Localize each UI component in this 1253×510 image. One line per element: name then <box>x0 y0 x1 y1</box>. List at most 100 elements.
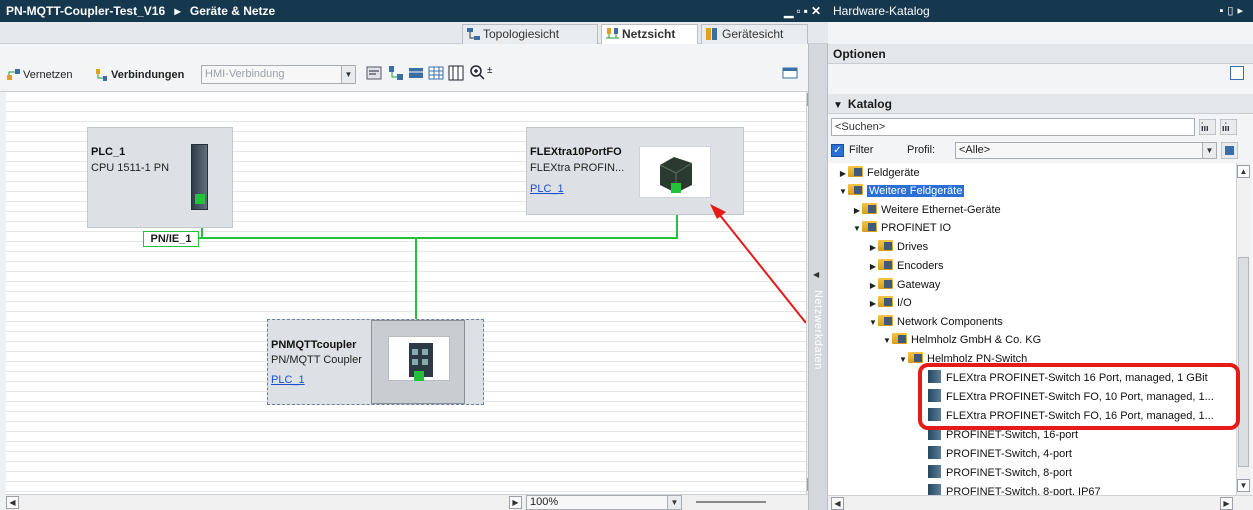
tree-item-gateway[interactable]: ▶ Gateway <box>868 276 940 294</box>
horizontal-scrollbar[interactable]: ◀ ▶ 100% ▼ <box>6 494 826 510</box>
device-icon <box>928 484 941 495</box>
search-up-icon[interactable]: ıı̇ı <box>1220 119 1237 135</box>
scroll-left-icon[interactable]: ◀ <box>831 497 844 510</box>
catalog-title-bar: Hardware-Katalog ▪▯▸ <box>828 0 1253 22</box>
profile-settings-icon[interactable] <box>1221 142 1238 159</box>
catalog-horizontal-scrollbar[interactable]: ◀ ▶ <box>828 495 1253 510</box>
tree-item-label: PROFINET-Switch, 8-port, IP67 <box>946 486 1101 495</box>
show-names-icon[interactable] <box>366 65 382 81</box>
expand-icon[interactable]: ▶ <box>868 295 878 313</box>
columns-icon[interactable] <box>448 65 464 81</box>
scroll-thumb[interactable] <box>1238 257 1249 467</box>
options-header[interactable]: Optionen <box>828 44 1253 64</box>
topology-icon <box>467 28 480 40</box>
tree-item-label: PROFINET-Switch, 8-port <box>946 467 1072 479</box>
catalog-vertical-scrollbar[interactable]: ▲ ▼ <box>1236 163 1250 495</box>
katalog-header[interactable]: ▼ Katalog <box>828 94 1253 114</box>
tree-item-network-components[interactable]: ▼ Network Components <box>868 313 1003 331</box>
profile-select[interactable]: <Alle> ▼ <box>955 142 1217 159</box>
tree-item-device[interactable]: PROFINET-Switch, 8-port <box>928 464 1072 482</box>
verbindungen-button[interactable]: Verbindungen <box>94 66 184 84</box>
table-icon[interactable] <box>408 65 424 81</box>
scroll-down-icon[interactable]: ▼ <box>1237 479 1250 492</box>
project-title: PN-MQTT-Coupler-Test_V16 <box>6 4 166 18</box>
folder-icon <box>878 296 893 307</box>
annotation-arrow <box>710 204 806 324</box>
close-icon[interactable]: ✕ <box>811 4 824 18</box>
zoom-dropdown-icon[interactable]: ± <box>487 65 493 76</box>
netzwerkdaten-tab[interactable]: Netzwerkdaten ◀ <box>808 44 828 510</box>
window-layout-icon[interactable] <box>782 65 798 81</box>
collapse-left-icon[interactable]: ◀ <box>813 270 819 279</box>
chevron-down-icon[interactable]: ▼ <box>1202 143 1216 158</box>
folder-icon <box>892 333 907 344</box>
catalog-search-input[interactable]: <Suchen> <box>831 118 1195 136</box>
zoom-select[interactable]: 100% ▼ <box>526 495 682 510</box>
tree-item-feldgeraete[interactable]: ▶ Feldgeräte <box>838 164 920 182</box>
tab-topologiesicht-label: Topologiesicht <box>483 27 560 41</box>
view-tabs: Topologiesicht Netzsicht Gerätesicht <box>0 22 828 44</box>
tree-item-profinet-io[interactable]: ▼ PROFINET IO <box>852 219 951 237</box>
expand-icon[interactable]: ▶ <box>868 239 878 257</box>
pane-controls[interactable]: ▪▯▸ <box>1220 0 1247 22</box>
tree-item-label: Drives <box>897 241 929 253</box>
network-overview-icon[interactable] <box>388 65 404 81</box>
filter-label: Filter <box>849 144 874 156</box>
expand-icon[interactable]: ▶ <box>838 165 848 183</box>
zoom-in-icon[interactable] <box>470 65 486 81</box>
tree-item-label: PROFINET-Switch, 4-port <box>946 448 1072 460</box>
breadcrumb-item[interactable]: Geräte & Netze <box>190 4 275 18</box>
network-canvas[interactable]: PLC_1 CPU 1511-1 PN FLEXtra10PortFO FLEX… <box>6 92 806 494</box>
connection-type-select[interactable]: HMI-Verbindung ▼ <box>201 65 356 84</box>
tree-item-label: PROFINET IO <box>881 222 952 234</box>
vernetzen-button[interactable]: Vernetzen <box>6 66 73 84</box>
tree-item-label: Encoders <box>897 260 944 272</box>
folder-icon <box>848 184 863 195</box>
tree-item-weitere-ethernet-geraete[interactable]: ▶ Weitere Ethernet-Geräte <box>852 201 1001 219</box>
folder-icon <box>908 352 923 363</box>
collapse-icon[interactable]: ▼ <box>882 332 892 350</box>
options-expand-icon[interactable] <box>1230 66 1244 80</box>
tree-item-io[interactable]: ▶ I/O <box>868 294 912 312</box>
collapse-icon[interactable]: ▼ <box>898 351 908 369</box>
window-controls: ▁▫▪✕ <box>784 0 824 22</box>
maximize-icon[interactable]: ▪ <box>804 4 811 18</box>
catalog-tree[interactable]: ▶ Feldgeräte ▼ Weitere Feldgeräte ▶ Weitere… <box>828 163 1236 495</box>
chevron-down-icon[interactable]: ▼ <box>667 496 681 509</box>
highlight-annotation <box>918 363 1240 430</box>
expand-icon[interactable]: ▶ <box>868 258 878 276</box>
minimize-icon[interactable]: ▁ <box>784 4 796 18</box>
grid-icon[interactable] <box>428 65 444 81</box>
tree-item-device[interactable]: PROFINET-Switch, 8-port, IP67 <box>928 483 1101 495</box>
device-view-icon <box>706 28 717 40</box>
scroll-left-icon[interactable]: ◀ <box>6 496 19 509</box>
scroll-right-icon[interactable]: ▶ <box>509 496 522 509</box>
tab-netzsicht[interactable]: Netzsicht <box>601 24 698 44</box>
filter-checkbox[interactable]: ✓ <box>831 144 844 157</box>
float-icon[interactable]: ▫ <box>796 4 803 18</box>
tab-topologiesicht[interactable]: Topologiesicht <box>462 24 598 44</box>
tree-item-drives[interactable]: ▶ Drives <box>868 238 928 256</box>
tree-item-helmholz[interactable]: ▼ Helmholz GmbH & Co. KG <box>882 331 1041 349</box>
katalog-label: Katalog <box>847 97 892 111</box>
scroll-right-icon[interactable]: ▶ <box>1220 497 1233 510</box>
scroll-up-icon[interactable]: ▲ <box>1237 165 1250 178</box>
tree-item-label: Weitere Feldgeräte <box>867 185 965 197</box>
collapse-icon[interactable]: ▼ <box>852 220 862 238</box>
tab-geraetesicht[interactable]: Gerätesicht <box>701 24 808 44</box>
tree-item-encoders[interactable]: ▶ Encoders <box>868 257 943 275</box>
collapse-icon[interactable]: ▼ <box>868 314 878 332</box>
zoom-slider[interactable] <box>696 501 766 503</box>
tree-item-label: Network Components <box>897 316 1003 328</box>
tree-item-weitere-feldgeraete[interactable]: ▼ Weitere Feldgeräte <box>838 182 965 201</box>
search-down-icon[interactable]: ı̇ıı <box>1199 119 1216 135</box>
expand-icon[interactable]: ▶ <box>868 277 878 295</box>
collapse-icon[interactable]: ▼ <box>838 183 848 201</box>
hardware-catalog-pane: Hardware-Katalog ▪▯▸ Optionen ▼ Katalog <… <box>828 0 1253 510</box>
tree-item-device[interactable]: PROFINET-Switch, 4-port <box>928 445 1072 463</box>
chevron-down-icon[interactable]: ▼ <box>341 66 355 83</box>
expand-icon[interactable]: ▶ <box>852 202 862 220</box>
profile-label: Profil: <box>907 144 936 156</box>
tab-geraetesicht-label: Gerätesicht <box>722 27 784 41</box>
chevron-down-icon: ▼ <box>833 100 843 111</box>
